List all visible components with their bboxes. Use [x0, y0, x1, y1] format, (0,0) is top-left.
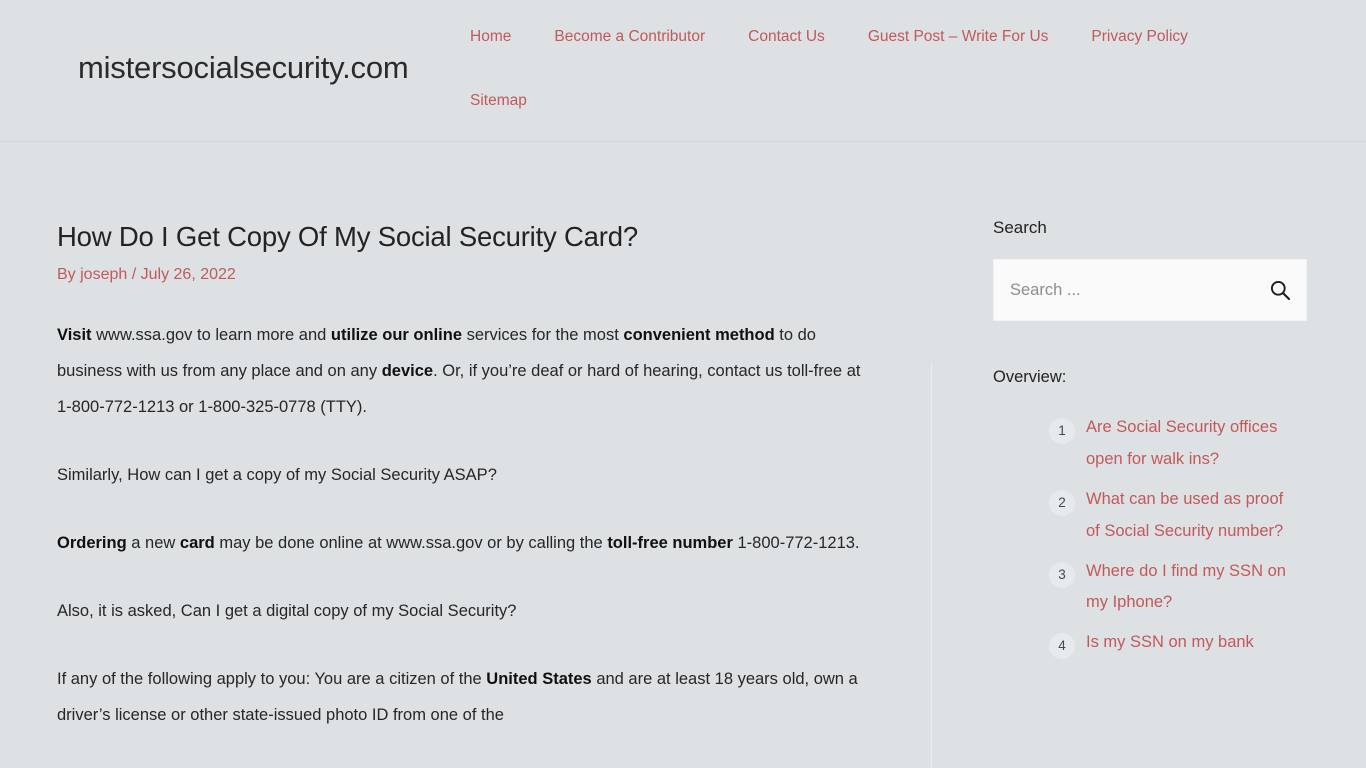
site-title-link[interactable]: mistersocialsecurity.com [78, 50, 409, 86]
search-form [993, 259, 1307, 322]
emphasis-text: device [381, 362, 434, 381]
emphasis-text: utilize our online [330, 326, 463, 345]
body-text: If any of the following apply to you: Yo… [57, 669, 487, 688]
overview-item-link[interactable]: What can be used as proof of Social Secu… [1086, 484, 1291, 548]
site-header: mistersocialsecurity.com Home Become a C… [0, 0, 1366, 142]
overview-item-number: 1 [1049, 418, 1075, 445]
overview-item-link[interactable]: Are Social Security offices open for wal… [1086, 412, 1291, 476]
publish-date: July 26, 2022 [140, 266, 236, 284]
body-text: services for the most [462, 326, 624, 345]
body-text: Similarly, How can I get a copy of my So… [57, 466, 497, 485]
search-input[interactable] [994, 260, 1254, 321]
article: How Do I Get Copy Of My Social Security … [57, 142, 872, 734]
nav-row-primary: Home Become a Contributor Contact Us Gue… [470, 22, 1260, 52]
nav-row-secondary: Sitemap [470, 86, 1260, 116]
emphasis-text: toll-free number [607, 534, 733, 553]
overview-item-number: 4 [1049, 633, 1075, 660]
overview-list: 1 Are Social Security offices open for w… [993, 388, 1307, 665]
byline: By joseph / July 26, 2022 [57, 265, 872, 286]
article-body: Visit www.ssa.gov to learn more and util… [57, 286, 872, 734]
emphasis-text: Ordering [57, 534, 127, 553]
body-text: www.ssa.gov to learn more and [91, 326, 331, 345]
nav-item-contact-us[interactable]: Contact Us [748, 22, 825, 52]
emphasis-text: convenient method [623, 326, 775, 345]
article-paragraph: Similarly, How can I get a copy of my So… [57, 426, 872, 494]
nav-item-become-a-contributor[interactable]: Become a Contributor [554, 22, 705, 52]
author-link[interactable]: joseph [80, 266, 127, 283]
search-submit-button[interactable] [1254, 260, 1306, 320]
overview-item-link[interactable]: Where do I find my SSN on my Iphone? [1086, 556, 1291, 620]
primary-navigation: Home Become a Contributor Contact Us Gue… [470, 0, 1260, 115]
byline-prefix: By [57, 266, 81, 284]
byline-separator: / [127, 266, 141, 284]
list-item: 3 Where do I find my SSN on my Iphone? [993, 556, 1307, 626]
nav-item-privacy-policy[interactable]: Privacy Policy [1091, 22, 1187, 52]
nav-item-guest-post[interactable]: Guest Post – Write For Us [868, 22, 1049, 52]
nav-item-home[interactable]: Home [470, 22, 511, 52]
list-item: 4 Is my SSN on my bank [993, 627, 1307, 665]
body-text: a new [126, 534, 180, 553]
sidebar: Search Overview: 1 Are Social Security o… [993, 142, 1307, 667]
list-item: 2 What can be used as proof of Social Se… [993, 484, 1307, 554]
overview-item-number: 2 [1049, 489, 1075, 516]
article-paragraph: Ordering a new card may be done online a… [57, 494, 872, 562]
list-item: 1 Are Social Security offices open for w… [993, 412, 1307, 482]
article-paragraph: Also, it is asked, Can I get a digital c… [57, 562, 872, 630]
page-body: How Do I Get Copy Of My Social Security … [0, 142, 1366, 768]
emphasis-text: card [179, 534, 215, 553]
body-text: 1-800-772-1213. [732, 534, 860, 553]
article-paragraph: Visit www.ssa.gov to learn more and util… [57, 286, 872, 426]
body-text: Also, it is asked, Can I get a digital c… [57, 602, 517, 621]
page-title: How Do I Get Copy Of My Social Security … [57, 221, 638, 252]
content-sidebar-divider [931, 362, 932, 768]
article-paragraph: If any of the following apply to you: Yo… [57, 630, 872, 734]
search-icon [1269, 279, 1291, 301]
body-text: may be done online at www.ssa.gov or by … [214, 534, 608, 553]
nav-item-sitemap[interactable]: Sitemap [470, 86, 527, 116]
emphasis-text: United States [486, 669, 592, 688]
overview-item-number: 3 [1049, 561, 1075, 588]
search-widget-title: Search [993, 218, 1047, 237]
overview-item-link[interactable]: Is my SSN on my bank [1086, 627, 1254, 659]
emphasis-text: Visit [57, 326, 92, 345]
overview-label: Overview: [993, 368, 1067, 387]
